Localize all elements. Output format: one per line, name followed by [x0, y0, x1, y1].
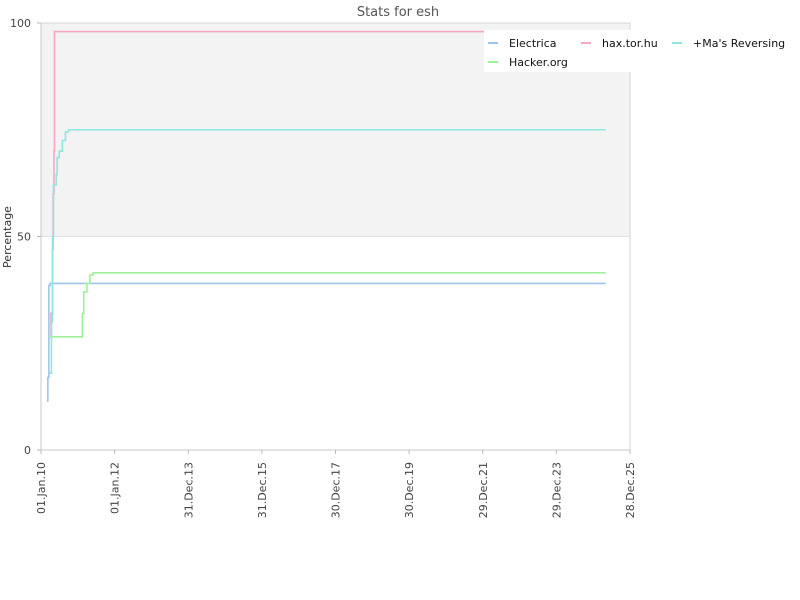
x-tick-label-5: 30.Dec.19	[403, 462, 416, 518]
x-tick-label-1: 01.Jan.12	[109, 462, 122, 514]
legend-label-2: +Ma's Reversing	[693, 37, 785, 50]
x-tick-label-6: 29.Dec.21	[477, 462, 490, 518]
legend-label-3: Hacker.org	[509, 56, 568, 69]
legend: Electrica hax.tor.hu +Ma's Reversing Hacker…	[484, 30, 800, 72]
y-tick-label-50: 50	[17, 231, 31, 244]
legend-label-0: Electrica	[509, 37, 557, 50]
x-tick-label-2: 31.Dec.13	[182, 462, 195, 518]
x-tick-label-7: 29.Dec.23	[550, 462, 563, 518]
y-tick-label-100: 100	[10, 17, 31, 30]
x-tick-label-3: 31.Dec.15	[256, 462, 269, 518]
x-tick-label-4: 30.Dec.17	[330, 462, 343, 518]
y-axis-label: Percentage	[1, 206, 14, 268]
x-tick-label-8: 28.Dec.25	[624, 462, 637, 518]
chart-title: Stats for esh	[357, 5, 439, 20]
series-line-3	[48, 272, 606, 338]
line-chart: Stats for esh Percentage 0 50 100 01.Jan.10…	[1, 5, 800, 518]
y-tick-label-0: 0	[24, 444, 31, 457]
series-line-0	[46, 282, 606, 402]
x-tick-label-0: 01.Jan.10	[35, 462, 48, 514]
legend-label-1: hax.tor.hu	[602, 37, 658, 50]
chart-root: Stats for esh Percentage 0 50 100 01.Jan.10…	[0, 0, 800, 600]
